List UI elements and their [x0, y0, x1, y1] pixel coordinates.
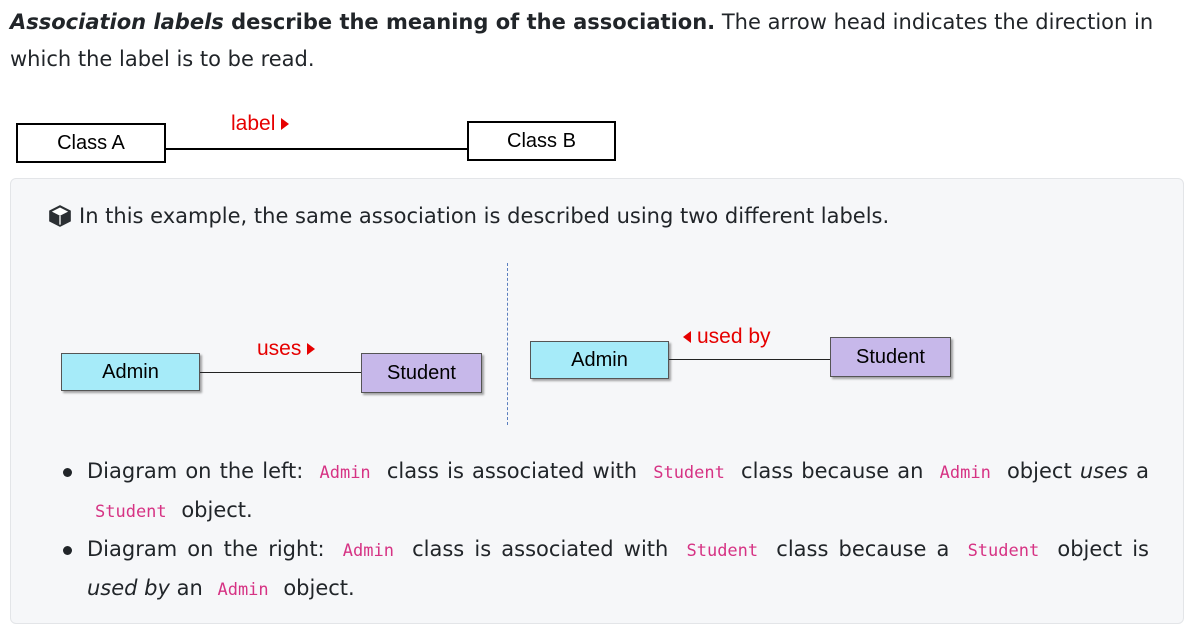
code-student: Student: [95, 502, 167, 522]
list-item: Diagram on the right: Admin class is ass…: [59, 531, 1149, 609]
arrow-right-icon: [281, 118, 290, 131]
bullet-text: class is associated with: [378, 459, 646, 483]
bullet-text: class because an: [732, 459, 932, 483]
bullet-text: object: [998, 459, 1080, 483]
code-admin: Admin: [319, 463, 371, 483]
code-admin: Admin: [342, 541, 394, 561]
bullet-text: object is: [1047, 537, 1149, 561]
bullet-text: Diagram on the left:: [87, 459, 312, 483]
right-association-line: [669, 359, 831, 360]
cube-icon: [49, 205, 71, 227]
diagram-divider: [507, 263, 508, 425]
right-admin-label: Admin: [571, 348, 628, 371]
right-student-box: Student: [830, 337, 951, 377]
left-association-label: uses: [257, 337, 321, 361]
intro-term: Association labels: [10, 10, 224, 34]
code-student: Student: [686, 541, 759, 561]
list-item: Diagram on the left: Admin class is asso…: [59, 453, 1149, 531]
code-student: Student: [967, 541, 1040, 561]
class-a-label: Class A: [57, 131, 125, 154]
arrow-left-icon: [683, 331, 691, 344]
left-student-box: Student: [361, 353, 482, 393]
bullet-text: class because a: [766, 537, 960, 561]
bullet-text: class is associated with: [401, 537, 679, 561]
code-admin: Admin: [939, 463, 991, 483]
bullet-emphasis: used by: [87, 576, 170, 600]
bullet-text: object.: [276, 576, 355, 600]
class-b-label: Class B: [507, 129, 576, 152]
top-association-line: [165, 148, 468, 150]
intro-bold-text: describe the meaning of the association.: [223, 10, 716, 34]
bullet-text: Diagram on the right:: [87, 537, 335, 561]
class-a-box: Class A: [16, 123, 166, 163]
right-label-text: used by: [697, 325, 771, 348]
class-b-box: Class B: [467, 121, 616, 161]
left-association-line: [200, 372, 362, 373]
arrow-right-icon: [307, 343, 316, 356]
code-admin: Admin: [217, 580, 269, 600]
explanation-list: Diagram on the left: Admin class is asso…: [59, 453, 1149, 609]
left-label-text: uses: [257, 337, 302, 360]
example-panel: In this example, the same association is…: [10, 178, 1184, 624]
left-admin-box: Admin: [61, 353, 200, 391]
top-label-text: label: [231, 112, 276, 135]
example-heading: In this example, the same association is…: [47, 203, 889, 229]
right-association-label: used by: [677, 325, 771, 349]
bullet-emphasis: uses: [1079, 459, 1128, 483]
left-admin-label: Admin: [102, 360, 159, 383]
right-admin-box: Admin: [530, 341, 669, 379]
top-association-label: label: [231, 112, 295, 136]
right-student-label: Student: [856, 345, 925, 368]
intro-paragraph: Association labels describe the meaning …: [10, 4, 1182, 78]
bullet-text: a: [1127, 459, 1149, 483]
example-heading-text: In this example, the same association is…: [79, 204, 890, 228]
bullet-text: an: [169, 576, 210, 600]
code-student: Student: [653, 463, 725, 483]
left-student-label: Student: [387, 361, 456, 384]
bullet-text: object.: [174, 498, 253, 522]
